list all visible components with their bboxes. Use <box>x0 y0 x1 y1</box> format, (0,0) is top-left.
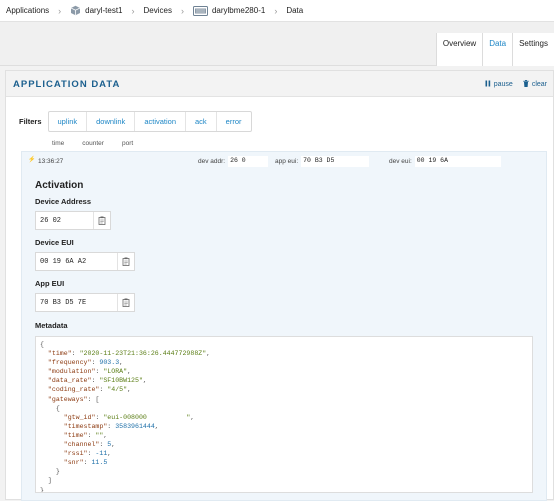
breadcrumb: Applications › daryl-test1 › Devices › d… <box>0 0 554 22</box>
app-eui-label: app eui: <box>275 158 299 165</box>
tab-overview[interactable]: Overview <box>435 33 483 66</box>
filter-downlink[interactable]: downlink <box>87 112 136 131</box>
breadcrumb-devices-label[interactable]: Devices <box>144 6 172 15</box>
column-port: port <box>121 140 134 147</box>
application-data-panel: APPLICATION DATA pause clear Filters upl… <box>5 70 554 501</box>
meta-rssi: -11 <box>95 450 108 458</box>
panel-title: APPLICATION DATA <box>13 79 121 90</box>
breadcrumb-applications[interactable]: Applications <box>6 6 49 15</box>
breadcrumb-data: Data <box>286 6 303 15</box>
cube-icon <box>70 5 81 16</box>
clear-label[interactable]: clear <box>532 81 547 88</box>
message-time: 13:36:27 <box>38 158 64 165</box>
chevron-right-icon: › <box>131 5 135 16</box>
meta-frequency: 903.3 <box>99 359 120 367</box>
pause-button[interactable]: pause <box>485 80 513 89</box>
tab-data[interactable]: Data <box>482 33 513 66</box>
clear-button[interactable]: clear <box>523 80 547 89</box>
breadcrumb-device-label[interactable]: darylbme280-1 <box>212 6 265 15</box>
trash-icon <box>523 80 529 89</box>
metadata-json[interactable]: { "time": "2020-11-23T21:36:26.444772988… <box>35 336 533 493</box>
chevron-right-icon: › <box>180 5 184 16</box>
tab-settings[interactable]: Settings <box>512 33 554 66</box>
filters: Filters uplink downlink activation ack e… <box>19 111 252 132</box>
panel-header: APPLICATION DATA pause clear <box>6 71 553 97</box>
chevron-right-icon: › <box>274 5 278 16</box>
dev-eui-value: 00 19 6A <box>414 156 501 167</box>
dev-addr-value: 26 0 <box>228 156 269 167</box>
meta-snr: 11.5 <box>91 459 108 467</box>
device-address-field[interactable]: 26 02 <box>35 211 111 230</box>
app-eui-field[interactable]: 70 B3 D5 7E <box>35 293 135 312</box>
device-eui-value[interactable]: 00 19 6A A2 <box>36 258 117 266</box>
breadcrumb-application-label[interactable]: daryl-test1 <box>85 6 122 15</box>
message-dev-addr: dev addr: 26 0 <box>198 156 269 167</box>
filter-error[interactable]: error <box>217 112 251 131</box>
device-eui-label: Device EUI <box>35 238 74 247</box>
meta-gtw-id: "eui-008000 " <box>103 413 191 421</box>
device-icon <box>192 5 208 16</box>
activation-arrow-icon: ⚡ <box>28 157 36 163</box>
breadcrumb-application[interactable]: daryl-test1 <box>70 5 123 16</box>
device-address-label: Device Address <box>35 197 92 206</box>
message-dev-eui: dev eui: 00 19 6A <box>389 156 501 167</box>
pause-label[interactable]: pause <box>494 81 513 88</box>
activation-message: ⚡ 13:36:27 dev addr: 26 0 app eui: 70 B3… <box>21 151 547 501</box>
copy-icon[interactable] <box>93 212 110 229</box>
filter-activation[interactable]: activation <box>135 112 186 131</box>
column-headers: time counter port <box>52 140 133 147</box>
copy-icon[interactable] <box>117 294 134 311</box>
copy-icon[interactable] <box>117 253 134 270</box>
breadcrumb-device[interactable]: darylbme280-1 <box>192 5 265 16</box>
chevron-right-icon: › <box>58 5 62 16</box>
dev-addr-label: dev addr: <box>198 158 226 165</box>
device-tab-bar: Overview Data Settings <box>0 22 554 66</box>
meta-modulation: "LORA" <box>103 368 128 376</box>
column-counter: counter <box>82 140 104 147</box>
breadcrumb-applications-label[interactable]: Applications <box>6 6 49 15</box>
app-eui-label: App EUI <box>35 279 65 288</box>
metadata-label: Metadata <box>35 321 68 330</box>
app-eui-field-value[interactable]: 70 B3 D5 7E <box>36 299 117 307</box>
meta-time: "2020-11-23T21:36:26.444772988Z" <box>79 350 207 358</box>
meta-timestamp: 3583961444 <box>115 422 155 430</box>
app-eui-value: 70 B3 D5 <box>301 156 370 167</box>
filters-label: Filters <box>19 117 42 126</box>
pause-icon <box>485 80 491 89</box>
filter-button-group: uplink downlink activation ack error <box>47 111 252 132</box>
device-eui-field[interactable]: 00 19 6A A2 <box>35 252 135 271</box>
meta-data-rate: "SF10BW125" <box>99 377 143 385</box>
breadcrumb-data-label: Data <box>286 6 304 15</box>
breadcrumb-devices[interactable]: Devices <box>144 6 172 15</box>
column-time: time <box>52 140 65 147</box>
dev-eui-label: dev eui: <box>389 158 412 165</box>
activation-detail: Activation Device Address 26 02 Device E… <box>35 174 535 493</box>
filter-uplink[interactable]: uplink <box>49 112 88 131</box>
filter-ack[interactable]: ack <box>186 112 217 131</box>
activation-title: Activation <box>35 180 84 191</box>
meta-coding-rate: "4/5" <box>107 386 128 394</box>
message-row[interactable]: ⚡ 13:36:27 dev addr: 26 0 app eui: 70 B3… <box>22 155 548 169</box>
message-app-eui: app eui: 70 B3 D5 <box>275 156 370 167</box>
device-address-value[interactable]: 26 02 <box>36 217 93 225</box>
